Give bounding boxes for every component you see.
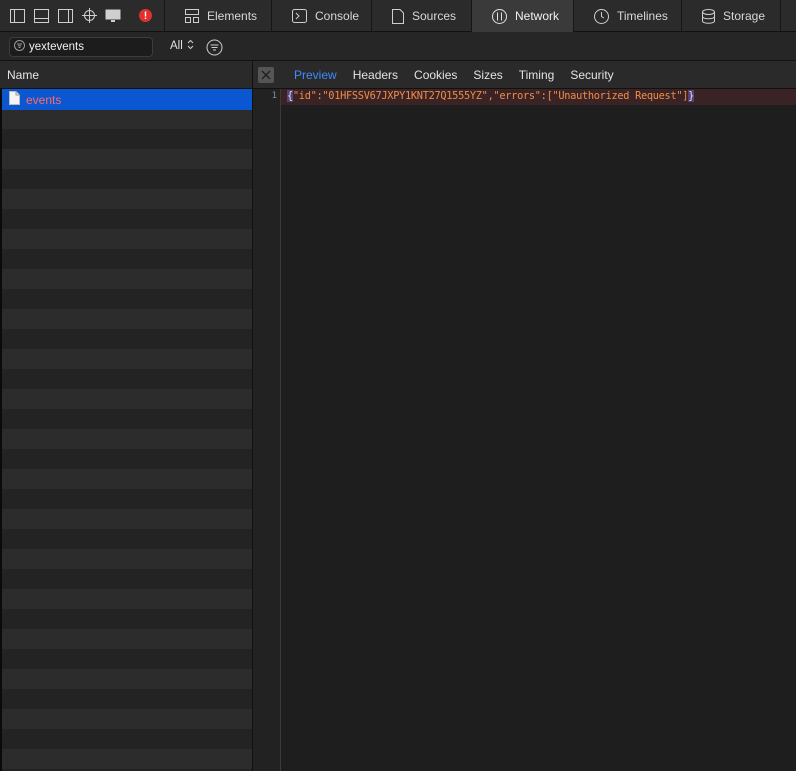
column-header-label: Name bbox=[7, 68, 40, 82]
document-icon bbox=[9, 91, 20, 108]
tab-storage[interactable]: Storage bbox=[681, 0, 780, 32]
network-icon bbox=[492, 8, 507, 24]
inspect-crosshair-icon[interactable] bbox=[81, 8, 97, 24]
tab-sizes[interactable]: Sizes bbox=[465, 68, 510, 82]
tab-console[interactable]: Console bbox=[271, 0, 371, 32]
sources-icon bbox=[392, 8, 404, 24]
json-body: "id":"01HFSSV67JXPY1KNT27Q1555YZ","error… bbox=[292, 90, 689, 102]
line-number: 1 bbox=[271, 91, 277, 101]
sidebar-left-icon[interactable] bbox=[9, 8, 25, 24]
timelines-icon bbox=[594, 8, 609, 24]
search-input[interactable] bbox=[29, 41, 141, 53]
line-number-gutter bbox=[253, 89, 281, 771]
tab-timelines[interactable]: Timelines bbox=[573, 0, 681, 32]
resource-type-value: All bbox=[170, 40, 183, 52]
tab-headers[interactable]: Headers bbox=[345, 68, 406, 82]
resource-type-select[interactable]: All bbox=[170, 39, 194, 53]
tab-security[interactable]: Security bbox=[562, 68, 621, 82]
filter-options-icon[interactable] bbox=[206, 39, 223, 59]
tab-preview[interactable]: Preview bbox=[286, 68, 345, 82]
list-edge-shadow bbox=[0, 89, 2, 771]
search-field[interactable] bbox=[9, 37, 153, 57]
toolbar-spacer bbox=[780, 0, 796, 31]
tab-label: Sources bbox=[412, 9, 457, 23]
request-list: events bbox=[0, 89, 253, 771]
dock-bottom-icon[interactable] bbox=[33, 8, 49, 24]
close-brace: } bbox=[688, 90, 695, 102]
tab-label: Timelines bbox=[617, 9, 668, 23]
response-json-text[interactable]: {"id":"01HFSSV67JXPY1KNT27Q1555YZ","erro… bbox=[287, 90, 694, 102]
tab-label: Network bbox=[515, 9, 560, 23]
tab-timing[interactable]: Timing bbox=[511, 68, 563, 82]
detail-tab-bar: Preview Headers Cookies Sizes Timing Sec… bbox=[253, 61, 796, 89]
tab-elements[interactable]: Elements bbox=[164, 0, 271, 32]
dock-right-icon[interactable] bbox=[57, 8, 73, 24]
filter-search-icon bbox=[14, 40, 25, 54]
code-line-highlight: {"id":"01HFSSV67JXPY1KNT27Q1555YZ","erro… bbox=[281, 89, 796, 105]
error-indicator-icon[interactable] bbox=[137, 8, 153, 24]
device-icon[interactable] bbox=[105, 8, 121, 24]
close-icon bbox=[261, 70, 271, 79]
console-icon bbox=[292, 9, 307, 23]
tab-label: Elements bbox=[207, 9, 258, 23]
request-row-events[interactable]: events bbox=[0, 89, 252, 110]
storage-icon bbox=[702, 8, 715, 24]
name-column-header[interactable]: Name bbox=[0, 61, 253, 89]
devtools-toolbar: Elements Console Sources Network Timelin… bbox=[0, 0, 796, 32]
toolbar-left-controls bbox=[0, 0, 164, 31]
close-detail-button[interactable] bbox=[258, 66, 274, 83]
response-preview[interactable]: {"id":"01HFSSV67JXPY1KNT27Q1555YZ","erro… bbox=[281, 89, 796, 771]
tab-label: Console bbox=[315, 9, 360, 23]
network-filter-bar: All bbox=[0, 32, 796, 61]
tab-label: Storage bbox=[723, 9, 766, 23]
elements-icon bbox=[185, 9, 199, 23]
tab-cookies[interactable]: Cookies bbox=[406, 68, 465, 82]
chevron-updown-icon bbox=[187, 39, 194, 53]
tab-network[interactable]: Network bbox=[471, 0, 573, 32]
request-name: events bbox=[26, 92, 62, 107]
tab-sources[interactable]: Sources bbox=[371, 0, 471, 32]
